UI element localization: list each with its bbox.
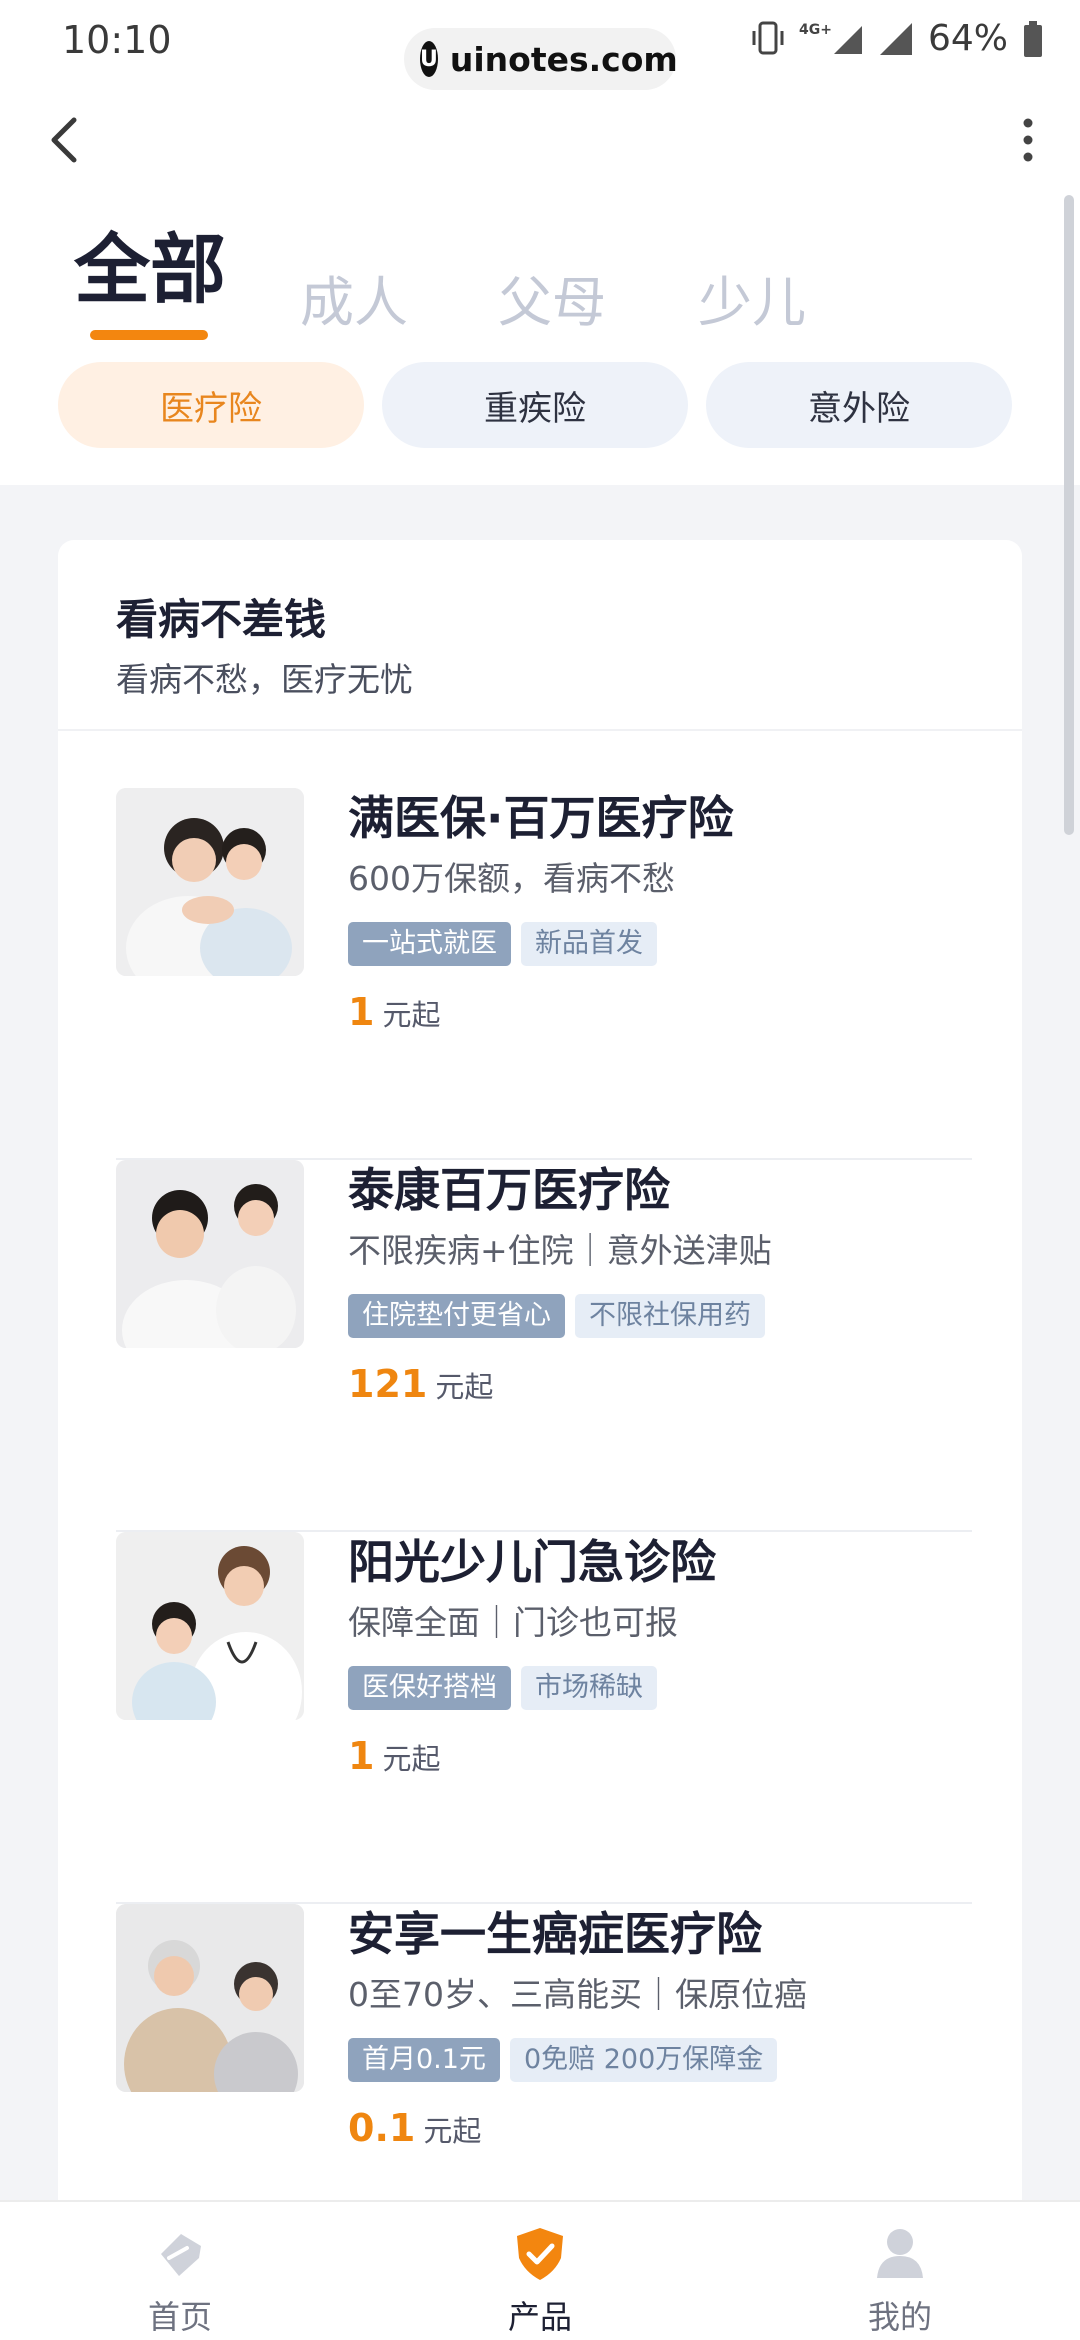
price-value: 121 <box>348 1362 428 1406</box>
product-tags: 一站式就医 新品首发 <box>348 922 972 966</box>
url-text: uinotes.com <box>449 39 678 79</box>
nav-item-home[interactable]: 首页 <box>60 2202 300 2340</box>
family-photo-icon <box>116 788 304 976</box>
product-tags: 医保好搭档 市场稀缺 <box>348 1666 972 1710</box>
price-unit: 元起 <box>435 1370 494 1404</box>
active-tab-indicator <box>90 330 208 340</box>
category-chips: 医疗险 重疾险 意外险 <box>58 362 1013 448</box>
product-image <box>116 1160 304 1348</box>
section-subtitle: 看病不愁，医疗无忧 <box>116 660 413 699</box>
product-item[interactable]: 泰康百万医疗险 不限疾病+住院｜意外送津贴 住院垫付更省心 不限社保用药 121… <box>116 1160 972 1532</box>
tab-adult[interactable]: 成人 <box>300 258 408 337</box>
price-value: 1 <box>348 1734 375 1778</box>
product-tag: 市场稀缺 <box>521 1666 657 1710</box>
nav-item-me[interactable]: 我的 <box>780 2202 1020 2340</box>
signal-icon <box>833 25 862 54</box>
vibrate-icon <box>752 21 784 54</box>
site-logo-icon: U <box>420 41 438 77</box>
product-image <box>116 1904 304 2092</box>
back-button[interactable] <box>36 110 96 170</box>
price-unit: 元起 <box>382 1742 441 1776</box>
scrollbar[interactable] <box>1064 195 1074 835</box>
status-icons: 4G+ 64% <box>751 18 1044 59</box>
family-photo-icon <box>116 1160 304 1348</box>
product-subtitle: 保障全面｜门诊也可报 <box>348 1603 678 1642</box>
audience-tabs: 全部 成人 父母 少儿 <box>0 208 1080 348</box>
doctor-child-photo-icon <box>116 1532 304 1720</box>
product-subtitle: 600万保额，看病不愁 <box>348 859 675 898</box>
home-tag-icon <box>161 2234 201 2276</box>
more-vertical-icon <box>1023 118 1033 162</box>
bottom-nav: 首页 产品 我的 <box>0 2200 1080 2340</box>
more-options-button[interactable] <box>998 110 1058 170</box>
url-pill: U uinotes.com <box>404 28 678 90</box>
product-image <box>116 1532 304 1720</box>
network-label: 4G+ <box>799 21 832 38</box>
chip-medical[interactable]: 医疗险 <box>58 362 364 448</box>
network-type: 4G+ <box>799 22 864 56</box>
chip-critical-illness[interactable]: 重疾险 <box>382 362 688 448</box>
tab-parents[interactable]: 父母 <box>498 258 606 337</box>
product-price: 1 元起 <box>348 990 972 1034</box>
product-tag: 0免赔 200万保障金 <box>509 2038 778 2082</box>
back-arrow-icon <box>51 117 77 163</box>
product-tag: 新品首发 <box>521 922 657 966</box>
battery-percent: 64% <box>927 18 1008 59</box>
product-tag: 首月0.1元 <box>348 2038 500 2082</box>
chip-accident[interactable]: 意外险 <box>706 362 1012 448</box>
nav-label: 首页 <box>147 2298 212 2336</box>
product-tag: 医保好搭档 <box>348 1666 511 1710</box>
product-subtitle: 不限疾病+住院｜意外送津贴 <box>348 1231 772 1270</box>
product-price: 0.1 元起 <box>348 2106 972 2150</box>
product-title: 泰康百万医疗险 <box>348 1163 670 1217</box>
price-value: 0.1 <box>348 2106 416 2150</box>
product-image <box>116 788 304 976</box>
battery-icon <box>1024 20 1042 57</box>
nav-label: 我的 <box>867 2298 932 2336</box>
scrollbar-thumb[interactable] <box>1064 195 1074 835</box>
divider <box>58 729 1022 731</box>
product-tags: 住院垫付更省心 不限社保用药 <box>348 1294 972 1338</box>
status-time: 10:10 <box>62 18 172 62</box>
product-title: 安享一生癌症医疗险 <box>348 1907 762 1961</box>
product-item[interactable]: 满医保·百万医疗险 600万保额，看病不愁 一站式就医 新品首发 1 元起 <box>116 788 972 1160</box>
product-price: 1 元起 <box>348 1734 972 1778</box>
nav-item-products[interactable]: 产品 <box>420 2202 660 2340</box>
filter-header: 全部 成人 父母 少儿 医疗险 重疾险 意外险 <box>0 190 1080 485</box>
section-title: 看病不差钱 <box>116 595 327 644</box>
tab-all[interactable]: 全部 <box>74 208 226 318</box>
section-header: 看病不差钱 看病不愁，医疗无忧 <box>116 586 413 701</box>
elderly-couple-photo-icon <box>116 1904 304 2092</box>
product-item[interactable]: 阳光少儿门急诊险 保障全面｜门诊也可报 医保好搭档 市场稀缺 1 元起 <box>116 1532 972 1904</box>
shield-check-icon <box>517 2228 563 2280</box>
product-price: 121 元起 <box>348 1362 972 1406</box>
product-tag: 住院垫付更省心 <box>348 1294 565 1338</box>
price-unit: 元起 <box>382 998 441 1032</box>
nav-label: 产品 <box>507 2298 572 2336</box>
status-bar: 10:10 U uinotes.com 4G+ 64% <box>0 0 1080 90</box>
product-card: 看病不差钱 看病不愁，医疗无忧 满医保·百万医疗险 600万保额，看病不愁 一站… <box>58 540 1022 2270</box>
product-tag: 不限社保用药 <box>575 1294 765 1338</box>
price-value: 1 <box>348 990 375 1034</box>
product-title: 阳光少儿门急诊险 <box>348 1535 716 1589</box>
nav-bar <box>0 90 1080 190</box>
product-subtitle: 0至70岁、三高能买｜保原位癌 <box>348 1975 807 2014</box>
product-tag: 一站式就医 <box>348 922 511 966</box>
signal-icon-2 <box>879 22 912 55</box>
price-unit: 元起 <box>423 2114 482 2148</box>
user-icon <box>877 2229 923 2278</box>
product-title: 满医保·百万医疗险 <box>348 791 734 845</box>
product-tags: 首月0.1元 0免赔 200万保障金 <box>348 2038 972 2082</box>
tab-children[interactable]: 少儿 <box>698 258 806 337</box>
